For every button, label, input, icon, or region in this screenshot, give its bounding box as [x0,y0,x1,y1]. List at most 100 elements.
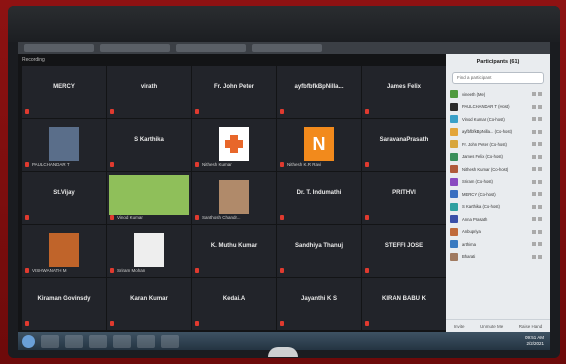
video-tile[interactable]: Dr. T. Indumathi [277,172,361,224]
avatar [450,115,458,124]
video-tile[interactable]: MERCY [22,66,106,118]
muted-mic-icon [25,109,29,114]
video-tile[interactable]: S Karthika [107,119,191,171]
participant-row[interactable]: ayfbfbfkBpNilla... (Co-host) [446,126,550,139]
browser-tab[interactable] [24,44,94,52]
taskbar-clock[interactable]: 09:51 AM 2/2/2021 [525,335,544,347]
app-icon[interactable] [137,334,155,348]
participant-row[interactable]: S Karthika (Co-host) [446,201,550,214]
zoom-icon[interactable] [161,334,179,348]
avatar [450,252,458,261]
video-tile[interactable]: Karan Kumar [107,278,191,330]
folder-icon[interactable] [65,334,83,348]
browser-tab[interactable] [176,44,246,52]
participant-name: Fr. John Peter [213,84,254,90]
muted-mic-icon [280,162,284,167]
avatar [450,90,458,99]
participant-row[interactable]: Bharati [446,251,550,264]
participant-row[interactable]: arthima [446,238,550,251]
mic-video-icon [532,117,546,122]
video-tile[interactable]: PAULCHANDAR T [22,119,106,171]
start-icon[interactable] [22,334,35,348]
participant-name: Kiraman Govinsdy [37,296,91,302]
video-tile[interactable]: virath [107,66,191,118]
mic-video-icon [532,192,546,197]
video-thumbnail [109,175,189,215]
clock-date: 2/2/2021 [526,341,544,346]
browser-tab-bar [18,42,550,54]
participant-name: virath [140,84,158,90]
video-tile[interactable]: STEFFI JOSE [362,225,446,277]
participant-row-name: MERCY (Co-host) [462,191,496,197]
video-tile[interactable]: Sandhiya Thanuj [277,225,361,277]
avatar [450,102,458,111]
browser-tab[interactable] [252,44,322,52]
muted-mic-icon [195,162,199,167]
participant-row[interactable]: vineeth (Me) [446,88,550,101]
video-tile[interactable]: Nithesh Kumar [192,119,276,171]
video-thumbnail [134,233,164,267]
participants-panel: Participants (61) Find a participant vin… [446,54,550,332]
media-icon[interactable] [89,334,107,348]
video-tile[interactable]: Kiraman Govinsdy [22,278,106,330]
ie-icon[interactable] [41,334,59,348]
video-tile[interactable]: Sriram Mohan [107,225,191,277]
participant-row[interactable]: Vinod Kumar (Co-host) [446,113,550,126]
video-tile[interactable]: Santhosh Chandr... [192,172,276,224]
video-tile[interactable]: Kedai.A [192,278,276,330]
muted-mic-icon [25,162,29,167]
video-grid: MERCY virath Fr. John Peter ayfbfbfkBpNilla… [22,66,446,330]
video-tile[interactable]: PRITHVI [362,172,446,224]
participant-row[interactable]: Anna Prasath [446,213,550,226]
avatar [450,190,458,199]
avatar [450,140,458,149]
video-tile[interactable]: VISHWANATH M [22,225,106,277]
mic-video-icon [532,167,546,172]
participant-row[interactable]: Fr. John Peter (Co-host) [446,138,550,151]
muted-mic-icon [365,109,369,114]
video-tile[interactable]: Vinod Kumar [107,172,191,224]
video-tile[interactable]: SaravanaPrasath [362,119,446,171]
video-tile[interactable]: KIRAN BABU K [362,278,446,330]
participant-row[interactable]: James Felix (Co-host) [446,151,550,164]
avatar [450,177,458,186]
participant-row[interactable]: Anbupriya [446,226,550,239]
unmute-button[interactable]: Unmute Me [480,324,503,329]
raise-hand-button[interactable]: Raise Hand [519,324,543,329]
participant-name: Karan Kumar [130,296,168,302]
browser-tab[interactable] [100,44,170,52]
meeting-screen: Recording MERCY virath Fr. John Peter ayfbf… [18,54,550,332]
participant-row[interactable]: Nithesh Kumar (Co-host) [446,163,550,176]
participant-row-name: Anna Prasath [462,216,488,222]
video-tile[interactable]: Jayanthi K S [277,278,361,330]
muted-mic-icon [25,215,29,220]
participant-row[interactable]: MERCY (Co-host) [446,188,550,201]
mic-video-icon [532,129,546,134]
participant-row[interactable]: PAULCHANDAR T (Host) [446,101,550,114]
participant-row-name: Sriram (Co-host) [462,179,493,185]
muted-mic-icon [280,109,284,114]
video-tile[interactable]: James Felix [362,66,446,118]
muted-mic-icon [365,162,369,167]
video-tile[interactable]: N Nithesh K.R Ravi [277,119,361,171]
video-tile[interactable]: St.Vijay [22,172,106,224]
video-label: PAULCHANDAR T [32,162,70,167]
participant-name: S Karthika [134,137,164,143]
video-tile[interactable]: K. Muthu Kumar [192,225,276,277]
participant-list: vineeth (Me) PAULCHANDAR T (Host) Vinod Ku… [446,88,550,263]
participant-name: St.Vijay [53,190,75,196]
mic-video-icon [532,104,546,109]
video-thumbnail: N [304,127,334,161]
video-tile[interactable]: ayfbfbfkBpNilla... [277,66,361,118]
video-label: Santhosh Chandr... [202,215,241,220]
bezel [8,6,560,42]
chrome-icon[interactable] [113,334,131,348]
participant-search-input[interactable]: Find a participant [452,72,544,84]
participant-name: PRITHVI [392,190,416,196]
video-tile[interactable]: Fr. John Peter [192,66,276,118]
invite-button[interactable]: Invite [454,324,465,329]
monitor-stand [268,347,298,357]
muted-mic-icon [110,162,114,167]
participant-row[interactable]: Sriram (Co-host) [446,176,550,189]
participants-footer: Invite Unmute Me Raise Hand [446,319,550,332]
